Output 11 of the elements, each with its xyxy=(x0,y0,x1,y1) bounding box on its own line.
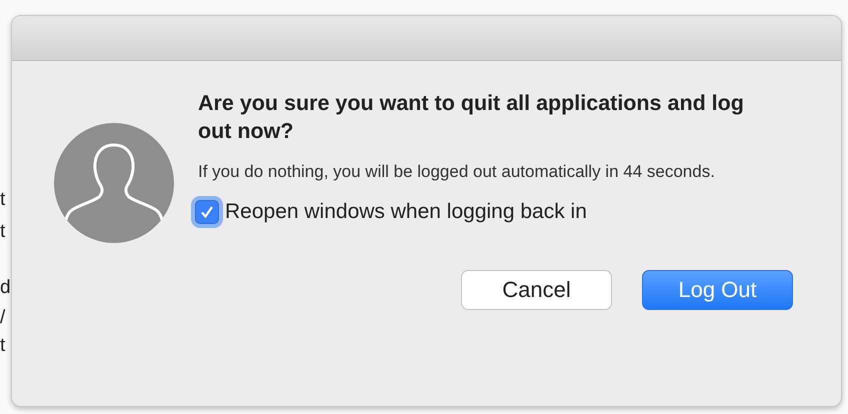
cancel-button[interactable]: Cancel xyxy=(461,270,612,310)
dialog-heading: Are you sure you want to quit all applications and log out now? xyxy=(198,90,745,145)
background-text: t xyxy=(0,336,6,356)
user-avatar-icon xyxy=(54,123,174,243)
background-text: t xyxy=(0,222,6,242)
background-text: / xyxy=(0,308,6,328)
checkbox-label: Reopen windows when logging back in xyxy=(225,200,587,224)
background-text: t xyxy=(0,190,6,210)
dialog-message: If you do nothing, you will be logged out automatically in 44 seconds. xyxy=(198,161,716,183)
background-text: d xyxy=(0,278,11,298)
checkmark-icon xyxy=(199,204,215,220)
